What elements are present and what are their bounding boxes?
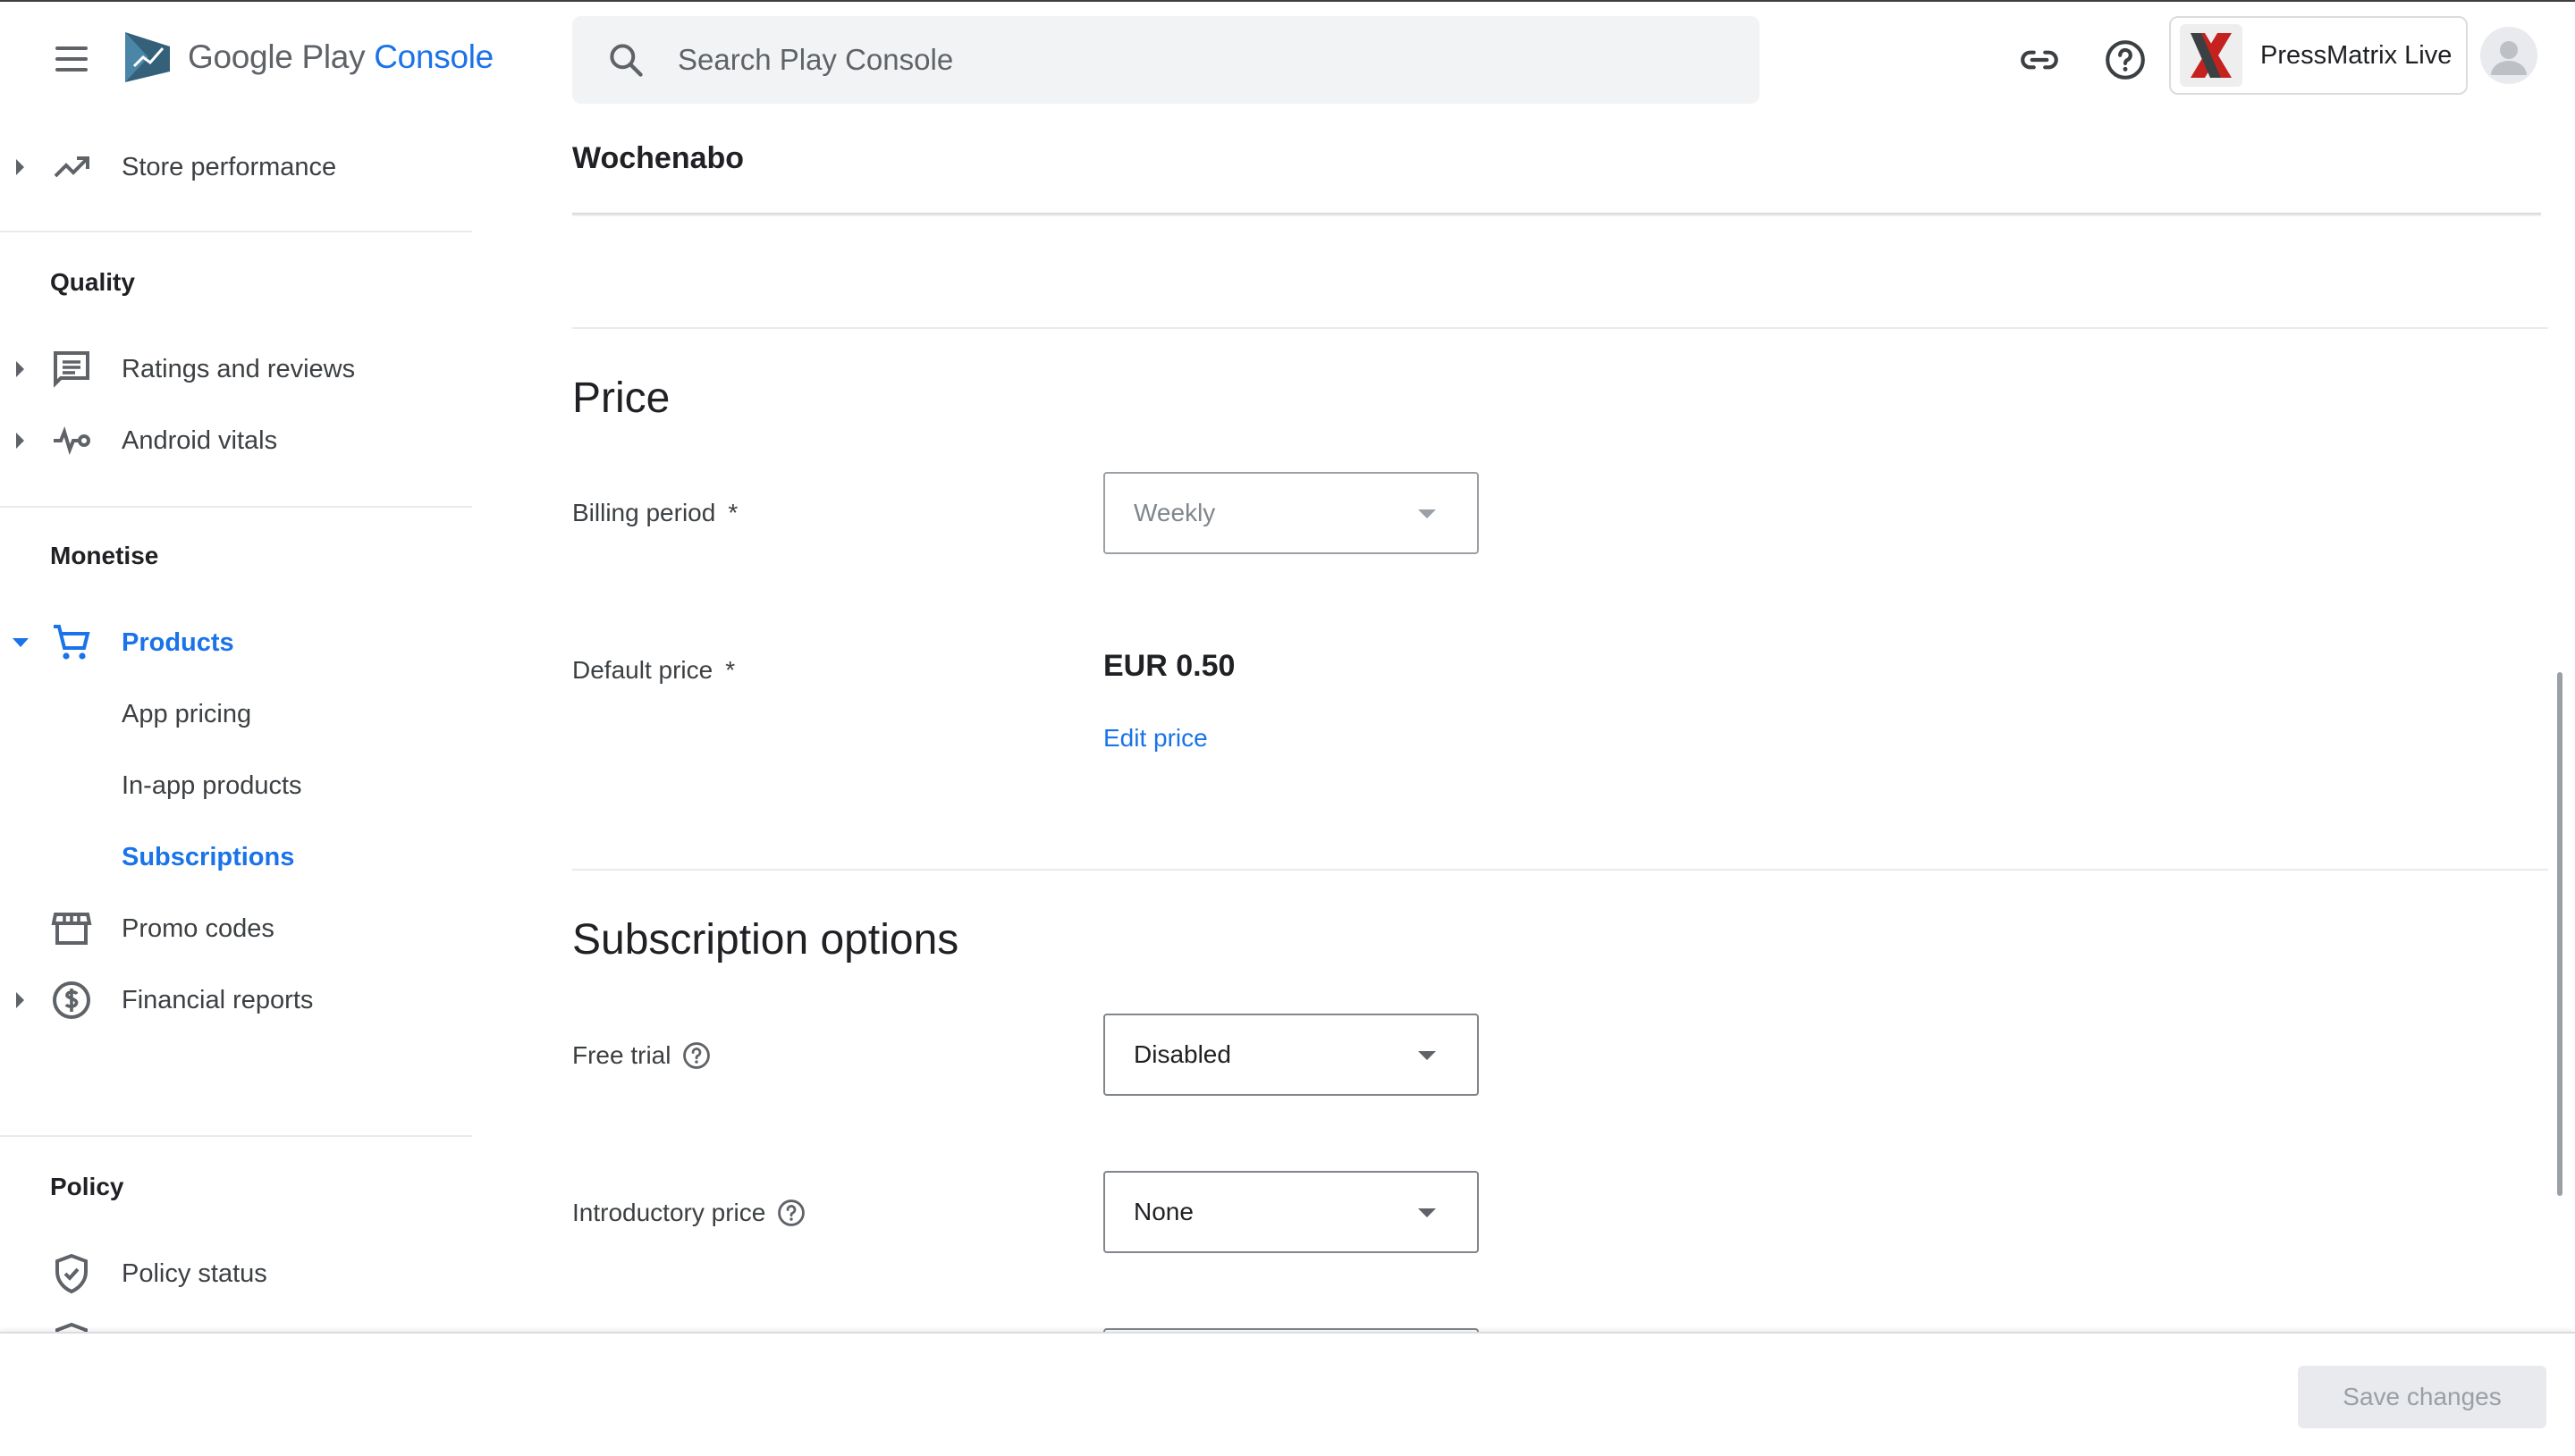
- menu-icon[interactable]: [52, 41, 91, 77]
- expand-caret-icon[interactable]: [16, 992, 24, 1008]
- play-console-logo[interactable]: Google Play Console: [122, 29, 494, 86]
- help-circle-icon[interactable]: [681, 1040, 712, 1071]
- section-divider: [572, 869, 2548, 871]
- shield-check-icon: [55, 1253, 88, 1294]
- scrollbar[interactable]: [2557, 672, 2562, 1196]
- expand-caret-icon[interactable]: [16, 433, 24, 449]
- sidebar-item-app-pricing[interactable]: App pricing: [0, 683, 474, 745]
- developer-logo: [2180, 24, 2242, 87]
- expand-caret-icon[interactable]: [16, 159, 24, 175]
- section-title-monetise: Monetise: [50, 542, 159, 569]
- introductory-price-label-text: Introductory price: [572, 1199, 766, 1226]
- sidebar-divider: [0, 231, 472, 232]
- vitals-icon: [54, 425, 90, 456]
- price-section-title: Price: [572, 375, 671, 422]
- sidebar-item-label: Subscriptions: [122, 842, 295, 871]
- sidebar-item-label: Financial reports: [122, 985, 314, 1014]
- sidebar-divider: [0, 506, 472, 508]
- introductory-price-select[interactable]: None: [1103, 1171, 1479, 1253]
- app-title: Google Play Console: [188, 38, 494, 76]
- billing-period-value: Weekly: [1134, 499, 1216, 526]
- sidebar-item-label: Android vitals: [122, 425, 278, 455]
- dropdown-arrow-icon: [1418, 509, 1436, 518]
- dollar-circle-icon: [53, 981, 90, 1019]
- free-trial-label: Free trial: [572, 1040, 712, 1071]
- save-changes-button[interactable]: Save changes: [2298, 1366, 2546, 1428]
- sidebar-item-products[interactable]: Products: [0, 611, 474, 674]
- sidebar-item-label: Products: [122, 627, 234, 657]
- sidebar-item-in-app-products[interactable]: In-app products: [0, 754, 474, 817]
- sidebar-item-policy-status[interactable]: Policy status: [0, 1242, 474, 1305]
- sidebar: Store performance Quality Ratings and re…: [0, 116, 474, 1332]
- storefront-icon: [51, 913, 92, 945]
- reviews-icon: [54, 351, 89, 388]
- default-price-value: EUR 0.50: [1103, 649, 1236, 683]
- free-trial-select[interactable]: Disabled: [1103, 1014, 1479, 1096]
- collapse-caret-icon[interactable]: [13, 638, 29, 647]
- sidebar-item-label: App pricing: [122, 699, 252, 728]
- sidebar-item-label: In-app products: [122, 770, 302, 800]
- help-circle-icon[interactable]: [776, 1198, 806, 1228]
- introductory-price-value: None: [1134, 1198, 1194, 1225]
- pressmatrix-x-icon: [2191, 33, 2232, 78]
- bottom-action-bar: Save changes: [0, 1332, 2575, 1456]
- sidebar-item-label: Promo codes: [122, 913, 274, 943]
- sidebar-item-financial-reports[interactable]: Financial reports: [0, 969, 474, 1031]
- trending-up-icon: [54, 156, 89, 178]
- sidebar-item-store-performance[interactable]: Store performance: [0, 136, 474, 198]
- search-icon: [610, 44, 643, 77]
- search-bar[interactable]: [572, 16, 1760, 104]
- introductory-price-label: Introductory price: [572, 1198, 806, 1228]
- header-divider: [572, 213, 2541, 216]
- sidebar-divider: [0, 1135, 472, 1137]
- play-console-logo-icon: [125, 32, 170, 82]
- sidebar-item-subscriptions[interactable]: Subscriptions: [0, 826, 474, 888]
- account-switcher[interactable]: PressMatrix Live: [2169, 16, 2468, 95]
- sidebar-item-promo-codes[interactable]: Promo codes: [0, 897, 474, 960]
- link-icon[interactable]: [2017, 38, 2062, 82]
- default-price-label-text: Default price: [572, 656, 713, 684]
- shopping-cart-icon: [54, 625, 90, 660]
- subscription-options-title: Subscription options: [572, 916, 959, 964]
- main-content: Wochenabo Price Billing period * Weekly …: [572, 116, 2548, 1346]
- user-avatar-icon: [2491, 41, 2527, 75]
- sidebar-item-ratings-reviews[interactable]: Ratings and reviews: [0, 338, 474, 400]
- sidebar-item-label: Store performance: [122, 152, 337, 181]
- account-name: PressMatrix Live: [2260, 40, 2453, 70]
- search-input[interactable]: [678, 43, 1661, 77]
- sidebar-item-label: Policy status: [122, 1258, 267, 1288]
- section-divider: [572, 327, 2548, 329]
- top-app-bar: Google Play Console PressMatrix Live: [0, 0, 2575, 116]
- free-trial-value: Disabled: [1134, 1040, 1231, 1068]
- sidebar-item-label: Ratings and reviews: [122, 354, 356, 383]
- avatar[interactable]: [2480, 27, 2537, 84]
- expand-caret-icon[interactable]: [16, 361, 24, 377]
- required-marker: *: [728, 499, 739, 526]
- billing-period-select[interactable]: Weekly: [1103, 472, 1479, 554]
- product-title: Wochenabo: [572, 141, 745, 175]
- required-marker: *: [725, 656, 736, 684]
- billing-period-label-text: Billing period: [572, 499, 716, 526]
- help-icon[interactable]: [2103, 38, 2148, 82]
- brand-google-play: Google Play: [188, 38, 366, 75]
- policy-partial-icon: [55, 1322, 88, 1332]
- section-title-quality: Quality: [50, 268, 135, 296]
- dropdown-arrow-icon: [1418, 1208, 1436, 1217]
- section-title-policy: Policy: [50, 1173, 124, 1200]
- sidebar-item-android-vitals[interactable]: Android vitals: [0, 409, 474, 472]
- free-trial-label-text: Free trial: [572, 1041, 671, 1069]
- brand-console: Console: [374, 38, 494, 75]
- edit-price-link[interactable]: Edit price: [1103, 724, 1208, 753]
- default-price-label: Default price *: [572, 656, 735, 685]
- dropdown-arrow-icon: [1418, 1051, 1436, 1060]
- billing-period-label: Billing period *: [572, 499, 738, 527]
